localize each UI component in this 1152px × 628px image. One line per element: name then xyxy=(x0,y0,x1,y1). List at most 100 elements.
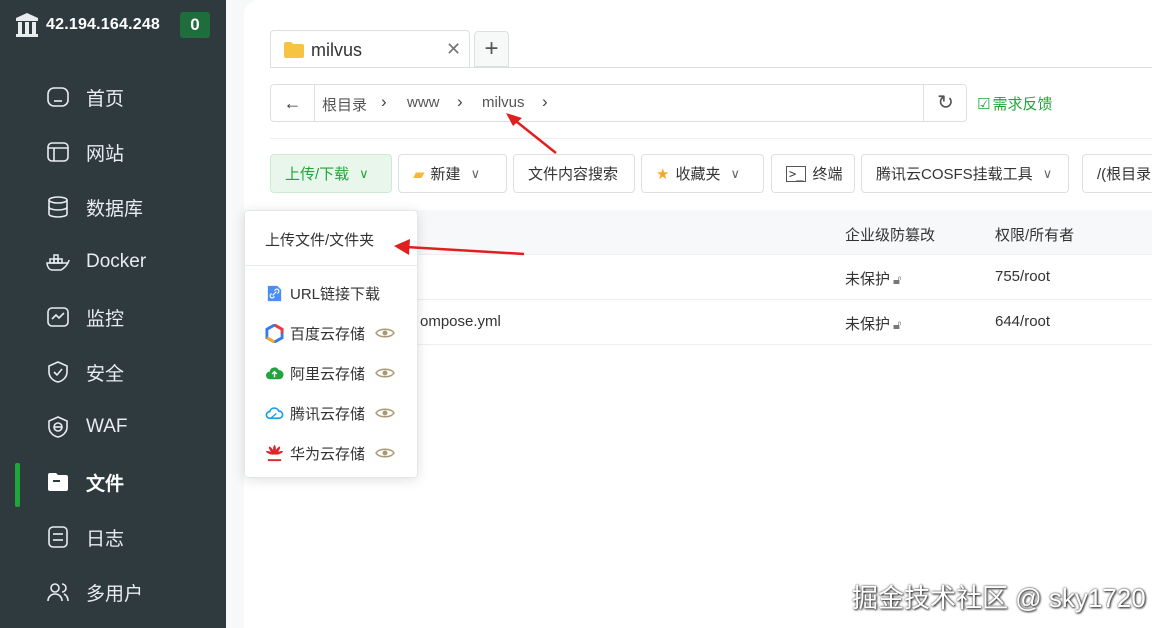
sidebar-item-files[interactable]: 文件 xyxy=(0,457,226,507)
server-logo-icon xyxy=(16,13,38,37)
cosfs-label: 腾讯云COSFS挂载工具 xyxy=(876,166,1033,183)
database-icon xyxy=(48,196,68,218)
tencent-cloud-icon xyxy=(265,406,284,419)
back-arrow-icon[interactable]: ← xyxy=(271,85,315,121)
terminal-button[interactable]: >_ 终端 xyxy=(771,154,855,193)
chevron-right-icon: › xyxy=(381,92,387,111)
permission-owner[interactable]: 644/root xyxy=(995,313,1050,330)
sidebar-item-docker[interactable]: Docker xyxy=(0,237,226,287)
chevron-right-icon: › xyxy=(457,92,463,111)
unlock-icon: 🔓︎ xyxy=(893,317,902,332)
sidebar-item-label: 数据库 xyxy=(86,198,144,220)
cosfs-button[interactable]: 腾讯云COSFS挂载工具 ∨ xyxy=(861,154,1069,193)
protect-status[interactable]: 未保护 🔓︎ xyxy=(845,268,901,289)
huawei-cloud-icon xyxy=(265,444,284,461)
sidebar-item-website[interactable]: 网站 xyxy=(0,127,226,177)
shield-icon xyxy=(48,361,68,383)
path-input-text: /(根目录 xyxy=(1097,166,1152,183)
tab-label: milvus xyxy=(311,40,363,60)
sidebar-item-users[interactable]: 多用户 xyxy=(0,567,226,617)
aliyun-cloud-icon xyxy=(265,366,284,379)
eye-icon[interactable] xyxy=(375,366,395,380)
tab-divider xyxy=(270,67,1152,68)
baidu-cloud-icon xyxy=(265,323,284,343)
aliyun-cloud-item[interactable]: 阿里云存储 xyxy=(265,361,395,385)
eye-icon[interactable] xyxy=(375,406,395,420)
sidebar-item-security[interactable]: 安全 xyxy=(0,347,226,397)
sidebar-item-label: 多用户 xyxy=(86,583,144,605)
chevron-down-icon: ∨ xyxy=(359,165,369,181)
sidebar-item-label: WAF xyxy=(86,416,128,437)
file-name[interactable]: ompose.yml xyxy=(420,313,501,330)
favorites-label: 收藏夹 xyxy=(675,166,721,183)
terminal-label: 终端 xyxy=(812,166,843,183)
docker-icon xyxy=(46,254,70,271)
sidebar-item-logs[interactable]: 日志 xyxy=(0,512,226,562)
eye-icon[interactable] xyxy=(375,446,395,460)
home-icon xyxy=(47,87,69,107)
eye-icon[interactable] xyxy=(375,326,395,340)
aliyun-cloud-label: 阿里云存储 xyxy=(290,365,366,383)
breadcrumb-www[interactable]: www xyxy=(407,94,440,111)
new-label: 新建 xyxy=(430,166,461,183)
divider xyxy=(245,265,417,266)
chevron-down-icon: ∨ xyxy=(730,165,740,181)
chevron-right-icon: › xyxy=(542,92,548,111)
column-header-protect[interactable]: 企业级防篡改 xyxy=(845,224,935,245)
content-search-button[interactable]: 文件内容搜索 xyxy=(513,154,635,193)
sidebar-item-label: 安全 xyxy=(86,363,125,385)
upload-download-button[interactable]: 上传/下载 ∨ xyxy=(270,154,392,193)
waf-icon xyxy=(48,416,68,438)
sidebar: 42.194.164.248 0 首页 网站 数据库 Docker 监控 安全 … xyxy=(0,0,226,628)
baidu-cloud-item[interactable]: 百度云存储 xyxy=(265,321,395,345)
new-button[interactable]: ▰ 新建 ∨ xyxy=(398,154,507,193)
baidu-cloud-label: 百度云存储 xyxy=(290,325,366,343)
new-folder-icon: ▰ xyxy=(413,165,425,183)
tencent-cloud-item[interactable]: 腾讯云存储 xyxy=(265,401,395,425)
upload-files-folders-item[interactable]: 上传文件/文件夹 xyxy=(265,229,374,250)
refresh-icon[interactable]: ↻ xyxy=(923,85,967,121)
feedback-link[interactable]: ☑ 需求反馈 xyxy=(977,93,1052,114)
breadcrumb-milvus[interactable]: milvus xyxy=(482,94,525,111)
divider xyxy=(270,138,1152,139)
content-search-label: 文件内容搜索 xyxy=(528,166,619,183)
sidebar-header: 42.194.164.248 0 xyxy=(0,0,226,52)
monitor-icon xyxy=(47,307,69,327)
link-icon xyxy=(267,285,282,301)
chevron-down-icon: ∨ xyxy=(470,165,481,181)
alert-count-badge[interactable]: 0 xyxy=(180,12,210,38)
tencent-cloud-label: 腾讯云存储 xyxy=(290,405,366,423)
upload-download-label: 上传/下载 xyxy=(285,166,350,183)
close-icon[interactable]: ✕ xyxy=(446,39,461,60)
url-download-label: URL链接下载 xyxy=(290,285,381,303)
sidebar-item-label: Docker xyxy=(86,251,147,272)
sidebar-item-label: 监控 xyxy=(86,308,125,330)
protect-status-text: 未保护 xyxy=(845,316,891,333)
sidebar-item-database[interactable]: 数据库 xyxy=(0,182,226,232)
terminal-icon: >_ xyxy=(786,165,807,182)
tab-milvus[interactable]: milvus ✕ xyxy=(270,30,470,68)
column-header-perm[interactable]: 权限/所有者 xyxy=(995,224,1074,245)
sidebar-item-label: 日志 xyxy=(86,528,125,550)
sidebar-item-monitor[interactable]: 监控 xyxy=(0,292,226,342)
upload-dropdown-menu: 上传文件/文件夹 URL链接下载 百度云存储 阿里云存储 腾讯云存储 华为云存储 xyxy=(244,210,418,478)
permission-owner[interactable]: 755/root xyxy=(995,268,1050,285)
protect-status-text: 未保护 xyxy=(845,271,891,288)
url-download-item[interactable]: URL链接下载 xyxy=(265,281,380,305)
favorites-button[interactable]: ★ 收藏夹 ∨ xyxy=(641,154,764,193)
huawei-cloud-item[interactable]: 华为云存储 xyxy=(265,441,395,465)
server-ip[interactable]: 42.194.164.248 xyxy=(46,16,160,34)
edit-icon: ☑ xyxy=(977,96,991,113)
feedback-label: 需求反馈 xyxy=(992,96,1053,113)
sidebar-item-home[interactable]: 首页 xyxy=(0,72,226,122)
sidebar-item-waf[interactable]: WAF xyxy=(0,402,226,452)
path-bar[interactable]: ← 根目录 › www › milvus › ↻ xyxy=(270,84,967,122)
folder-icon xyxy=(48,473,68,491)
breadcrumb-root[interactable]: 根目录 xyxy=(322,94,367,115)
protect-status[interactable]: 未保护 🔓︎ xyxy=(845,313,901,334)
path-input[interactable]: /(根目录 xyxy=(1082,154,1152,193)
add-tab-button[interactable]: + xyxy=(474,31,509,67)
users-icon xyxy=(47,583,69,602)
huawei-cloud-label: 华为云存储 xyxy=(290,445,366,463)
sidebar-item-label: 首页 xyxy=(86,88,125,110)
